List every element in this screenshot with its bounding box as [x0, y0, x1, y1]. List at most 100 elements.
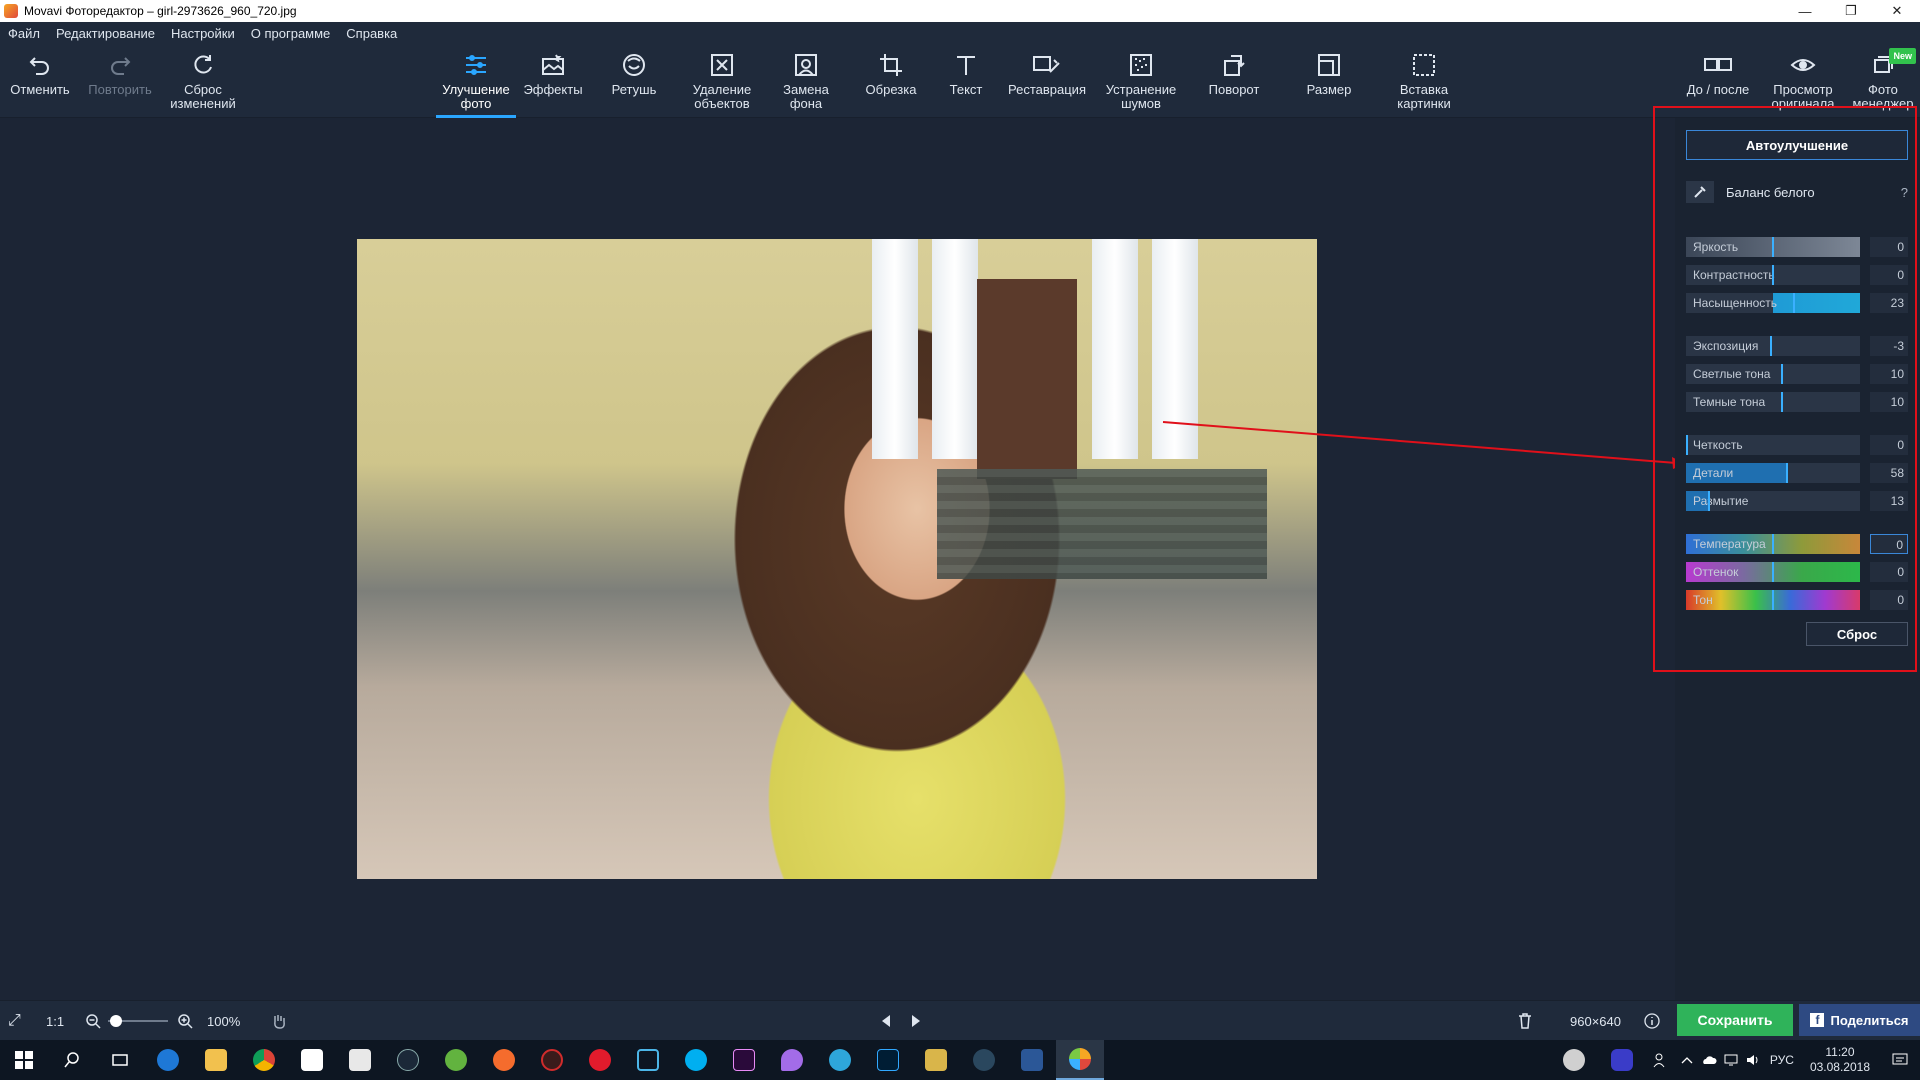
next-image-icon[interactable] [910, 1001, 922, 1041]
tab-enhance[interactable]: Улучшение фото [436, 44, 516, 118]
zoom-in-icon[interactable] [177, 1001, 193, 1041]
window-title: Movavi Фоторедактор – girl-2973626_960_7… [24, 4, 297, 18]
slider-handle[interactable] [1772, 265, 1774, 285]
maps-pin-icon[interactable] [768, 1040, 816, 1080]
search-icon[interactable] [48, 1040, 96, 1080]
vegas-icon[interactable] [624, 1040, 672, 1080]
tray-expand-icon[interactable] [1676, 1040, 1698, 1080]
file-explorer-icon[interactable] [192, 1040, 240, 1080]
tab-effects[interactable]: Эффекты [518, 44, 588, 118]
redo-button[interactable]: Повторить [82, 44, 158, 118]
steam-icon[interactable] [384, 1040, 432, 1080]
undo-icon [25, 50, 55, 80]
toolbar: Отменить Повторить Сброс изменений Улучш… [0, 44, 1920, 118]
opera-icon[interactable] [576, 1040, 624, 1080]
slider-label: Контрастность [1693, 268, 1775, 282]
close-button[interactable]: ✕ [1874, 0, 1920, 22]
menu-edit[interactable]: Редактирование [48, 26, 163, 41]
steam-client-icon[interactable] [960, 1040, 1008, 1080]
fit-screen-button[interactable]: ⤢ [8, 1001, 21, 1041]
before-after-icon [1703, 50, 1733, 80]
tab-remove-objects[interactable]: Удаление объектов [680, 44, 764, 118]
telegram-icon[interactable] [816, 1040, 864, 1080]
slider-handle[interactable] [1781, 392, 1783, 412]
reset-changes-button[interactable]: Сброс изменений [164, 44, 242, 118]
save-button[interactable]: Сохранить [1677, 1004, 1793, 1036]
share-button[interactable]: f Поделиться [1799, 1004, 1920, 1036]
movavi-photo-editor-icon[interactable] [1056, 1040, 1104, 1080]
photoshop-icon[interactable] [864, 1040, 912, 1080]
volume-icon[interactable] [1742, 1040, 1764, 1080]
windows-start-icon[interactable] [0, 1040, 48, 1080]
tab-insert-picture[interactable]: Вставка картинки [1380, 44, 1468, 118]
word-icon[interactable] [1008, 1040, 1056, 1080]
network-icon[interactable] [1720, 1040, 1742, 1080]
people-icon[interactable] [1646, 1040, 1676, 1080]
slider-handle[interactable] [1770, 336, 1772, 356]
clock-time: 11:20 [1825, 1045, 1855, 1059]
zoom-slider-handle[interactable] [110, 1015, 122, 1027]
chrome-icon[interactable] [240, 1040, 288, 1080]
taskbar: РУС 11:20 03.08.2018 [0, 1040, 1920, 1080]
menu-file[interactable]: Файл [0, 26, 48, 41]
slider-handle[interactable] [1772, 590, 1774, 610]
slider-handle[interactable] [1708, 491, 1710, 511]
onedrive-icon[interactable] [1698, 1040, 1720, 1080]
tab-restore[interactable]: Реставрация [1000, 44, 1094, 118]
slider-handle[interactable] [1781, 364, 1783, 384]
before-after-label: До / после [1686, 82, 1750, 97]
game-icon[interactable] [912, 1040, 960, 1080]
task-view-icon[interactable] [96, 1040, 144, 1080]
slider-handle[interactable] [1772, 534, 1774, 554]
info-icon[interactable] [1644, 1001, 1660, 1041]
slider-label: Темные тона [1693, 395, 1766, 409]
avast-icon[interactable] [528, 1040, 576, 1080]
slider-label: Оттенок [1693, 565, 1739, 579]
slider-handle[interactable] [1786, 463, 1788, 483]
zoom-out-icon[interactable] [85, 1001, 101, 1041]
slider-handle[interactable] [1772, 237, 1774, 257]
slider-handle[interactable] [1772, 562, 1774, 582]
tab-retouch[interactable]: Ретушь [598, 44, 670, 118]
store-icon[interactable] [288, 1040, 336, 1080]
tab-crop[interactable]: Обрезка [852, 44, 930, 118]
maximize-button[interactable]: ❐ [1828, 0, 1874, 22]
canvas-area[interactable] [0, 118, 1675, 1000]
minimize-button[interactable]: — [1782, 0, 1828, 22]
slider-handle[interactable] [1686, 435, 1688, 455]
tab-rotate[interactable]: Поворот [1194, 44, 1274, 118]
hand-tool-icon[interactable] [270, 1001, 288, 1041]
actual-size-button[interactable]: 1:1 [46, 1001, 64, 1041]
trash-icon[interactable] [1518, 1001, 1532, 1041]
utorrent-icon[interactable] [432, 1040, 480, 1080]
undo-button[interactable]: Отменить [4, 44, 76, 118]
slider-label: Тон [1693, 593, 1713, 607]
skype-icon[interactable] [672, 1040, 720, 1080]
menu-about[interactable]: О программе [243, 26, 339, 41]
facebook-icon: f [1810, 1013, 1825, 1027]
menu-settings[interactable]: Настройки [163, 26, 243, 41]
tab-denoise[interactable]: Устранение шумов [1098, 44, 1184, 118]
tab-resize-label: Размер [1306, 82, 1352, 97]
origin-icon[interactable] [480, 1040, 528, 1080]
slider-handle[interactable] [1793, 293, 1795, 313]
premiere-icon[interactable] [720, 1040, 768, 1080]
photo-preview[interactable] [357, 239, 1317, 879]
menu-help[interactable]: Справка [338, 26, 405, 41]
previous-image-icon[interactable] [880, 1001, 892, 1041]
mail-icon[interactable] [336, 1040, 384, 1080]
input-language[interactable]: РУС [1764, 1053, 1800, 1067]
notifications-icon[interactable] [1880, 1040, 1920, 1080]
eye-icon [1788, 50, 1818, 80]
tab-replace-background[interactable]: Замена фона [770, 44, 842, 118]
edge-icon[interactable] [144, 1040, 192, 1080]
clock[interactable]: 11:20 03.08.2018 [1800, 1045, 1880, 1075]
tray-app-icon[interactable] [1598, 1040, 1646, 1080]
zoom-slider[interactable] [108, 1001, 168, 1041]
tab-text[interactable]: Текст [936, 44, 996, 118]
slider-label: Насыщенность [1693, 296, 1778, 310]
tab-resize[interactable]: Размер [1290, 44, 1368, 118]
user-avatar-icon[interactable] [1550, 1040, 1598, 1080]
tab-remove-objects-label: Удаление объектов [692, 82, 752, 111]
status-bar: ⤢ 1:1 100% 960×640 [0, 1000, 1920, 1040]
